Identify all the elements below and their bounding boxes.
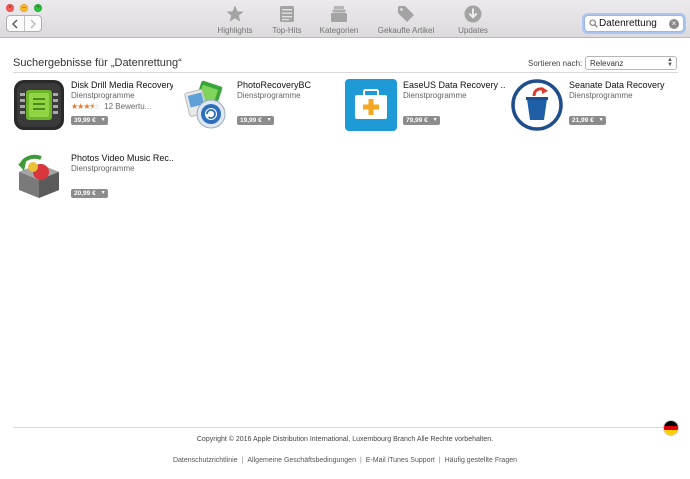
app-category: Dienstprogramme xyxy=(237,91,301,100)
tab-highlights[interactable]: Highlights xyxy=(210,4,260,35)
toolbar: × – + Highlights Top-Hits Kategorien Gek… xyxy=(0,0,690,38)
app-tile[interactable]: Seanate Data Recovery Dienstprogramme 21… xyxy=(511,79,671,139)
price-label: 39,99 € xyxy=(74,117,96,124)
tab-top-hits[interactable]: Top-Hits xyxy=(262,4,312,35)
price-button[interactable]: 39,99 € ▾ xyxy=(71,116,108,125)
disk-drill-app-icon[interactable] xyxy=(13,79,65,131)
tab-updates[interactable]: Updates xyxy=(448,4,498,35)
minimize-window-button[interactable]: – xyxy=(20,4,28,12)
search-icon xyxy=(589,19,598,28)
results-title: Suchergebnisse für „Datenrettung“ xyxy=(13,57,182,69)
sort-label: Sortieren nach: xyxy=(528,59,583,68)
price-button[interactable]: 21,99 € ▾ xyxy=(569,116,606,125)
close-window-button[interactable]: × xyxy=(6,4,14,12)
chevron-down-icon: ▾ xyxy=(267,117,271,123)
tab-label: Updates xyxy=(458,26,488,35)
app-tile[interactable]: PhotoRecoveryBC Dienstprogramme 19,99 € … xyxy=(179,79,339,139)
navigation-buttons xyxy=(6,15,42,32)
photorecoverybc-app-icon[interactable] xyxy=(179,79,231,131)
app-tile[interactable]: Disk Drill Media Recovery Dienstprogramm… xyxy=(13,79,173,139)
footer-divider xyxy=(13,427,678,428)
copyright-text: Copyright © 2016 Apple Distribution Inte… xyxy=(196,436,494,443)
easeus-app-icon[interactable] xyxy=(345,79,397,131)
chevron-down-icon: ▾ xyxy=(101,190,105,196)
privacy-policy-link[interactable]: Datenschutzrichtlinie xyxy=(173,457,238,464)
link-separator: | xyxy=(438,457,441,464)
tab-kategorien[interactable]: Kategorien xyxy=(314,4,364,35)
stack-icon xyxy=(331,6,347,22)
download-icon xyxy=(464,5,482,23)
app-category: Dienstprogramme xyxy=(569,91,633,100)
price-label: 19,99 € xyxy=(240,117,262,124)
tab-label: Highlights xyxy=(217,26,253,35)
support-email-link[interactable]: E-Mail iTunes Support xyxy=(366,457,435,464)
app-name[interactable]: Disk Drill Media Recovery xyxy=(71,80,173,90)
chevron-down-icon: ▾ xyxy=(599,117,603,123)
app-rating: ★★★⯨☆ 12 Bewertu... xyxy=(71,101,151,115)
app-tile[interactable]: Photos Video Music Rec... Dienstprogramm… xyxy=(13,152,173,212)
tag-icon xyxy=(398,6,414,22)
faq-link[interactable]: Häufig gestellte Fragen xyxy=(445,457,517,464)
app-name[interactable]: EaseUS Data Recovery ... xyxy=(403,80,505,90)
app-tile[interactable]: EaseUS Data Recovery ... Dienstprogramme… xyxy=(345,79,505,139)
tab-label: Top-Hits xyxy=(272,26,302,35)
search-query[interactable]: Datenrettung xyxy=(599,18,657,29)
app-category: Dienstprogramme xyxy=(71,164,135,173)
app-name[interactable]: PhotoRecoveryBC xyxy=(237,80,339,90)
app-category: Dienstprogramme xyxy=(71,91,135,100)
app-name[interactable]: Seanate Data Recovery xyxy=(569,80,671,90)
footer-links: Datenschutzrichtlinie | Allgemeine Geschäf… xyxy=(0,457,690,464)
price-button[interactable]: 79,99 € ▾ xyxy=(403,116,440,125)
back-button[interactable] xyxy=(7,16,25,31)
app-name[interactable]: Photos Video Music Rec... xyxy=(71,153,173,163)
header-divider xyxy=(13,72,678,73)
chevron-down-icon: ▾ xyxy=(101,117,105,123)
sort-dropdown[interactable]: Relevanz ▲ ▼ xyxy=(585,56,677,70)
clear-icon[interactable]: × xyxy=(669,19,679,29)
chevron-right-icon xyxy=(30,19,36,28)
star-icon xyxy=(226,5,244,22)
germany-flag-icon[interactable] xyxy=(663,420,679,436)
chevron-down-icon: ▾ xyxy=(433,117,437,123)
price-label: 20,99 € xyxy=(74,190,96,197)
price-label: 21,99 € xyxy=(572,117,594,124)
tab-purchased[interactable]: Gekaufte Artikel xyxy=(366,4,446,35)
store-tabs: Highlights Top-Hits Kategorien Gekaufte … xyxy=(210,4,500,35)
seanate-app-icon[interactable] xyxy=(511,79,563,131)
chevron-left-icon xyxy=(12,19,18,28)
zoom-window-button[interactable]: + xyxy=(34,4,42,12)
updown-arrows-icon: ▲ ▼ xyxy=(667,57,673,68)
price-button[interactable]: 19,99 € ▾ xyxy=(237,116,274,125)
link-separator: | xyxy=(359,457,362,464)
tab-label: Kategorien xyxy=(319,26,359,35)
star-rating-icon: ★★★⯨☆ xyxy=(71,102,100,111)
list-icon xyxy=(280,6,294,22)
forward-button[interactable] xyxy=(25,16,42,31)
price-label: 79,99 € xyxy=(406,117,428,124)
sort-value: Relevanz xyxy=(590,59,624,68)
terms-link[interactable]: Allgemeine Geschäftsbedingungen xyxy=(247,457,356,464)
app-category: Dienstprogramme xyxy=(403,91,467,100)
link-separator: | xyxy=(241,457,244,464)
rating-count: 12 Bewertu... xyxy=(104,102,152,111)
photos-video-music-recovery-app-icon[interactable] xyxy=(13,152,65,204)
price-button[interactable]: 20,99 € ▾ xyxy=(71,189,108,198)
search-field[interactable]: Datenrettung × xyxy=(584,15,684,32)
tab-label: Gekaufte Artikel xyxy=(377,26,435,35)
